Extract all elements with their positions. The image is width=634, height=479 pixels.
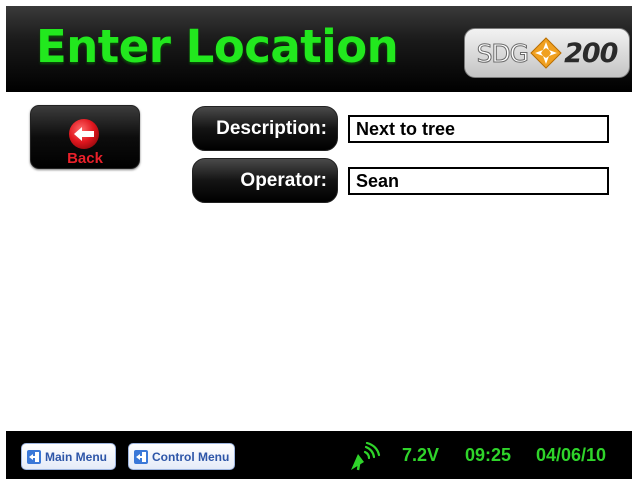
exit-door-icon <box>134 449 148 464</box>
back-button-label: Back <box>67 150 103 167</box>
main-menu-button[interactable]: Main Menu <box>21 443 116 470</box>
exit-door-icon <box>27 449 41 464</box>
page-title: Enter Location <box>36 20 399 73</box>
operator-button-label: Operator: <box>240 169 327 191</box>
back-arrow-icon <box>69 119 99 149</box>
diamond-compass-icon <box>530 37 562 69</box>
main-menu-label: Main Menu <box>45 449 107 464</box>
battery-voltage: 7.2V <box>402 445 440 465</box>
control-menu-label: Control Menu <box>152 449 230 464</box>
description-field[interactable]: Next to tree <box>348 115 609 143</box>
description-button[interactable]: Description: <box>192 106 338 151</box>
logo-brand-text: SDG <box>476 38 529 68</box>
control-menu-button[interactable]: Control Menu <box>128 443 235 470</box>
sdg-200-logo: SDG 200 <box>464 28 630 78</box>
satellite-signal-icon <box>351 442 381 471</box>
logo-model-text: 200 <box>564 37 618 69</box>
operator-field[interactable]: Sean <box>348 167 609 195</box>
status-bar: Main Menu Control Menu 7.2V 09:25 04/06/… <box>6 431 632 479</box>
header-bar: Enter Location SDG 200 <box>6 6 632 92</box>
current-date: 04/06/10 <box>536 445 607 465</box>
back-button[interactable]: Back <box>30 105 140 169</box>
clock-time: 09:25 <box>465 445 512 465</box>
operator-button[interactable]: Operator: <box>192 158 338 203</box>
description-button-label: Description: <box>216 117 327 139</box>
